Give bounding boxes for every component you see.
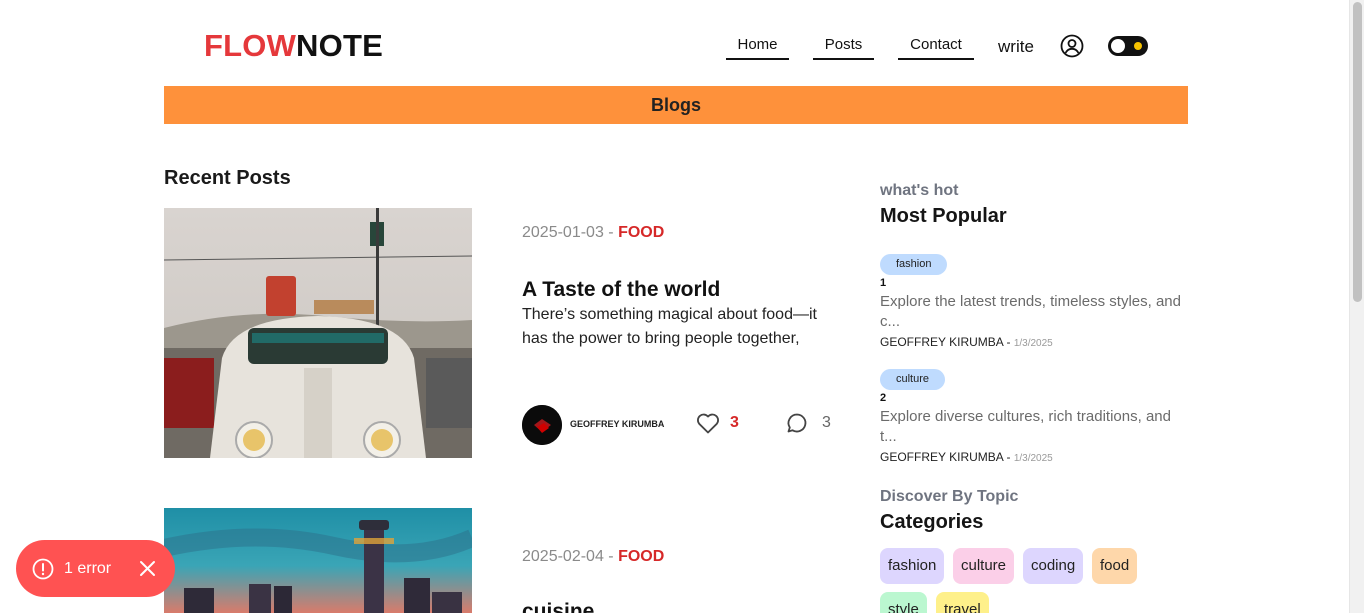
popular-date-2: 1/3/2025 — [1013, 453, 1053, 464]
comment-count: 3 — [822, 414, 831, 431]
write-link[interactable]: write — [998, 37, 1034, 57]
post-date-2: 2025-02-04 — [522, 548, 604, 565]
topics-subtitle: Discover By Topic — [880, 488, 1019, 505]
post-description: There’s something magical about food—it … — [522, 306, 817, 347]
scrollbar-thumb[interactable] — [1353, 2, 1362, 302]
page-scrollbar[interactable] — [1349, 0, 1364, 613]
close-icon[interactable] — [138, 559, 157, 578]
author-name[interactable]: GEOFFREY KIRUMBA — [570, 419, 664, 429]
recent-posts-title: Recent Posts — [164, 167, 291, 189]
site-logo[interactable]: FLOWNOTE — [204, 28, 383, 64]
post-meta-2: 2025-02-04 - FOOD — [522, 548, 665, 565]
post-meta: 2025-01-03 - FOOD — [522, 224, 665, 241]
category-style[interactable]: style — [880, 592, 927, 613]
blogs-banner: Blogs — [164, 86, 1188, 124]
author-avatar[interactable] — [522, 405, 562, 445]
nav-posts[interactable]: Posts — [813, 36, 874, 60]
popular-tag-fashion[interactable]: fashion — [880, 254, 948, 275]
category-food[interactable]: food — [1092, 548, 1138, 584]
nav-contact[interactable]: Contact — [898, 36, 974, 60]
alert-circle-icon — [32, 558, 54, 579]
post-date: 2025-01-03 — [522, 224, 604, 241]
like-button[interactable]: 3 — [696, 412, 739, 434]
popular-date-1: 1/3/2025 — [1013, 338, 1053, 349]
car-photo — [164, 208, 472, 458]
error-toast[interactable]: 1 error — [16, 540, 175, 597]
city-photo — [164, 508, 472, 613]
post-title[interactable]: A Taste of the world — [522, 278, 720, 302]
error-count: 1 error — [64, 559, 112, 577]
category-travel[interactable]: travel — [936, 592, 989, 613]
toggle-knob — [1111, 39, 1125, 53]
post-category[interactable]: FOOD — [618, 224, 664, 241]
popular-tag-culture[interactable]: culture — [880, 369, 946, 390]
popular-rank-1: 1 — [880, 277, 887, 289]
nav-home[interactable]: Home — [726, 36, 789, 60]
comment-button[interactable]: 3 — [786, 412, 831, 434]
user-account-icon[interactable] — [1060, 34, 1084, 58]
comment-icon — [787, 413, 807, 433]
popular-desc-2[interactable]: Explore diverse cultures, rich tradition… — [880, 407, 1185, 447]
category-culture[interactable]: culture — [953, 548, 1015, 584]
category-coding[interactable]: coding — [1023, 548, 1084, 584]
popular-author-1: GEOFFREY KIRUMBA - 1/3/2025 — [880, 335, 1053, 349]
category-fashion[interactable]: fashion — [880, 548, 945, 584]
post-image-city[interactable] — [164, 508, 472, 613]
categories-title: Categories — [880, 511, 984, 533]
like-count: 3 — [730, 414, 739, 431]
heart-icon — [697, 413, 719, 434]
site-header: FLOWNOTE Home Posts Contact write — [0, 0, 1349, 86]
popular-author-name-2: GEOFFREY KIRUMBA — [880, 450, 1004, 464]
post-category-2[interactable]: FOOD — [618, 548, 664, 565]
sun-icon — [1134, 42, 1142, 50]
logo-note: NOTE — [296, 28, 383, 63]
popular-rank-2: 2 — [880, 392, 887, 404]
popular-title: Most Popular — [880, 205, 1007, 227]
popular-desc-1[interactable]: Explore the latest trends, timeless styl… — [880, 292, 1185, 332]
post-image-car[interactable] — [164, 208, 472, 458]
popular-subtitle: what's hot — [880, 182, 959, 199]
post-title-2[interactable]: cuisine — [522, 600, 594, 613]
theme-toggle[interactable] — [1108, 36, 1148, 56]
popular-author-2: GEOFFREY KIRUMBA - 1/3/2025 — [880, 450, 1053, 464]
popular-author-name-1: GEOFFREY KIRUMBA — [880, 335, 1004, 349]
page: FLOWNOTE Home Posts Contact write Blogs … — [0, 0, 1364, 613]
banner-label: Blogs — [650, 94, 701, 115]
logo-flow: FLOW — [204, 28, 297, 63]
avatar-image — [522, 405, 562, 445]
